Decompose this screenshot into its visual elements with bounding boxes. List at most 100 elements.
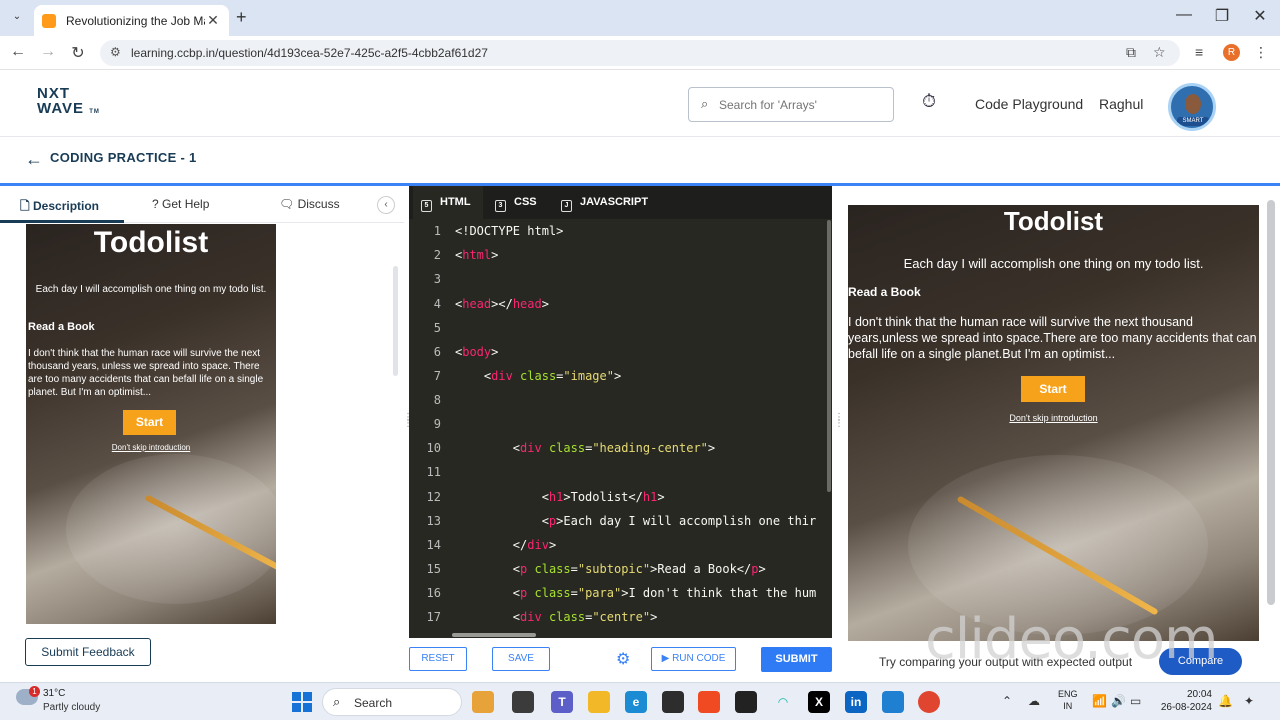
x-icon[interactable]: X bbox=[808, 691, 830, 713]
browser-tab[interactable]: Revolutionizing the Job Market ✕ bbox=[34, 5, 229, 36]
tab-css[interactable]: 3 CSS bbox=[487, 186, 549, 219]
clock-time: 20:04 bbox=[1186, 689, 1212, 700]
site-info-icon[interactable]: ⚙ bbox=[110, 45, 121, 59]
install-app-icon[interactable]: ⧉ bbox=[1126, 44, 1136, 61]
reset-button[interactable]: RESET bbox=[409, 647, 467, 671]
store-icon[interactable] bbox=[662, 691, 684, 713]
loading-app-icon[interactable]: ◠ bbox=[772, 691, 794, 713]
tab-description[interactable]: 🗋 Description bbox=[20, 197, 99, 218]
settings-gear-icon[interactable]: ⚙ bbox=[616, 649, 630, 669]
windows-start-icon[interactable] bbox=[292, 692, 312, 712]
line-number: 3 bbox=[433, 272, 441, 286]
logo-line-2: WAVE bbox=[37, 100, 85, 117]
copilot-icon[interactable]: ✦ bbox=[1244, 694, 1254, 708]
weather-badge: 1 bbox=[29, 686, 40, 697]
tab-html[interactable]: 5 HTML bbox=[413, 186, 483, 219]
nxtwave-logo[interactable]: NXT WAVE TM bbox=[37, 86, 100, 120]
vscode-icon[interactable] bbox=[882, 691, 904, 713]
preview-skip-link[interactable]: Don't skip introduction bbox=[26, 443, 276, 452]
battery-icon[interactable]: ▭ bbox=[1130, 694, 1141, 708]
edge-icon[interactable]: e bbox=[625, 691, 647, 713]
maximize-icon[interactable]: ❐ bbox=[1210, 6, 1234, 26]
back-arrow-icon[interactable]: ← bbox=[25, 149, 43, 170]
left-resize-handle[interactable]: ⋮ ⋮ bbox=[403, 413, 413, 429]
browser-profile-avatar[interactable]: R bbox=[1223, 44, 1240, 61]
run-code-button[interactable]: ▶ RUN CODE bbox=[651, 647, 736, 671]
clock-date: 26-08-2024 bbox=[1160, 702, 1212, 713]
code-line: <html> bbox=[455, 248, 499, 262]
language-code: ENG bbox=[1058, 689, 1078, 699]
show-hidden-icons[interactable]: ⌃ bbox=[1002, 694, 1012, 708]
taskbar-search[interactable]: ⌕ Search bbox=[322, 688, 462, 716]
minimize-icon[interactable]: — bbox=[1172, 6, 1196, 24]
file-explorer-icon[interactable] bbox=[588, 691, 610, 713]
output-start-button[interactable]: Start bbox=[1021, 376, 1085, 402]
new-tab-icon[interactable]: + bbox=[236, 7, 247, 28]
forward-icon[interactable]: → bbox=[38, 43, 58, 61]
stopwatch-icon[interactable]: ⏱ bbox=[922, 91, 944, 113]
windows-taskbar: 1 31°C Partly cloudy ⌕ Search T e ◠ X in… bbox=[0, 682, 1280, 720]
output-scrollbar[interactable] bbox=[1267, 200, 1275, 605]
app-header: NXT WAVE TM ⌕ ⏱ Code Playground Raghul S… bbox=[0, 71, 1280, 137]
paper-glare bbox=[66, 454, 276, 604]
tab-get-help[interactable]: ? Get Help bbox=[152, 197, 209, 211]
collapse-panel-icon[interactable]: ‹ bbox=[377, 196, 395, 214]
editor-horizontal-scrollbar[interactable] bbox=[452, 633, 536, 637]
code-app-icon[interactable] bbox=[735, 691, 757, 713]
wifi-icon[interactable]: 📶 bbox=[1092, 694, 1107, 708]
logo-tm: TM bbox=[89, 109, 100, 115]
tab-search-icon[interactable]: ⌄ bbox=[8, 8, 26, 26]
tab-description-label: Description bbox=[33, 199, 100, 213]
preview-paragraph: I don't think that the human race will s… bbox=[28, 348, 264, 398]
line-number: 12 bbox=[426, 490, 441, 504]
user-name[interactable]: Raghul bbox=[1099, 96, 1143, 112]
line-number: 16 bbox=[426, 586, 441, 600]
network-cloud-icon[interactable]: ☁ bbox=[1028, 694, 1040, 708]
output-skip-link[interactable]: Don't skip introduction bbox=[848, 413, 1259, 423]
code-line: <p>Each day I will accomplish one thir bbox=[455, 514, 817, 528]
tab-close-icon[interactable]: ✕ bbox=[205, 12, 221, 29]
back-icon[interactable]: ← bbox=[8, 43, 28, 61]
task-view-icon[interactable] bbox=[512, 691, 534, 713]
tab-discuss-label: Discuss bbox=[297, 197, 340, 211]
widget-app-icon[interactable] bbox=[472, 691, 494, 713]
tab-html-label: HTML bbox=[440, 196, 471, 208]
code-playground-link[interactable]: Code Playground bbox=[975, 96, 1083, 112]
volume-icon[interactable]: 🔊 bbox=[1111, 694, 1126, 708]
tab-javascript[interactable]: J JAVASCRIPT bbox=[553, 186, 653, 219]
preview-heading: Todolist bbox=[93, 226, 209, 259]
code-area[interactable]: 1 2 3 4 5 6 7 8 9 10 11 12 13 14 15 16 1… bbox=[409, 219, 832, 629]
teams-icon[interactable]: T bbox=[551, 691, 573, 713]
browser-menu-icon[interactable]: ⋮ bbox=[1254, 44, 1268, 61]
play-icon: ▶ bbox=[661, 653, 670, 664]
save-button[interactable]: SAVE bbox=[492, 647, 550, 671]
search-icon: ⌕ bbox=[333, 694, 341, 709]
tab-get-help-label: Get Help bbox=[162, 197, 210, 211]
preview-start-button[interactable]: Start bbox=[123, 410, 176, 435]
javascript-icon: J bbox=[561, 200, 572, 212]
editor-vertical-scrollbar[interactable] bbox=[827, 220, 831, 492]
submit-feedback-button[interactable]: Submit Feedback bbox=[25, 638, 151, 666]
right-resize-handle[interactable]: ⋮ ⋮ bbox=[834, 413, 844, 429]
submit-button[interactable]: SUBMIT bbox=[761, 647, 832, 672]
user-avatar[interactable]: SMART bbox=[1168, 83, 1216, 131]
reading-list-icon[interactable]: ≡ bbox=[1195, 44, 1203, 60]
system-clock[interactable]: 20:04 26-08-2024 bbox=[1150, 688, 1212, 714]
browser-tab-bar: ⌄ Revolutionizing the Job Market ✕ + — ❐… bbox=[0, 0, 1280, 36]
url-text: learning.ccbp.in/question/4d193cea-52e7-… bbox=[131, 46, 488, 60]
expected-output-preview: Todolist Each day I will accomplish one … bbox=[26, 224, 276, 624]
language-indicator[interactable]: ENG IN bbox=[1058, 688, 1078, 712]
reload-icon[interactable]: ↻ bbox=[68, 43, 88, 63]
left-panel-scrollbar[interactable] bbox=[393, 266, 398, 376]
search-input[interactable] bbox=[719, 95, 889, 115]
line-number: 7 bbox=[433, 369, 441, 383]
brave-icon[interactable] bbox=[698, 691, 720, 713]
notification-bell-icon[interactable]: 🔔 bbox=[1218, 694, 1233, 708]
linkedin-icon[interactable]: in bbox=[845, 691, 867, 713]
chrome-icon[interactable] bbox=[918, 691, 940, 713]
close-window-icon[interactable]: ✕ bbox=[1248, 6, 1272, 26]
tab-javascript-label: JAVASCRIPT bbox=[580, 196, 649, 208]
tab-discuss[interactable]: 🗨 Discuss bbox=[279, 197, 340, 211]
address-bar[interactable]: ⚙ learning.ccbp.in/question/4d193cea-52e… bbox=[100, 40, 1180, 66]
bookmark-star-icon[interactable]: ☆ bbox=[1153, 44, 1166, 61]
